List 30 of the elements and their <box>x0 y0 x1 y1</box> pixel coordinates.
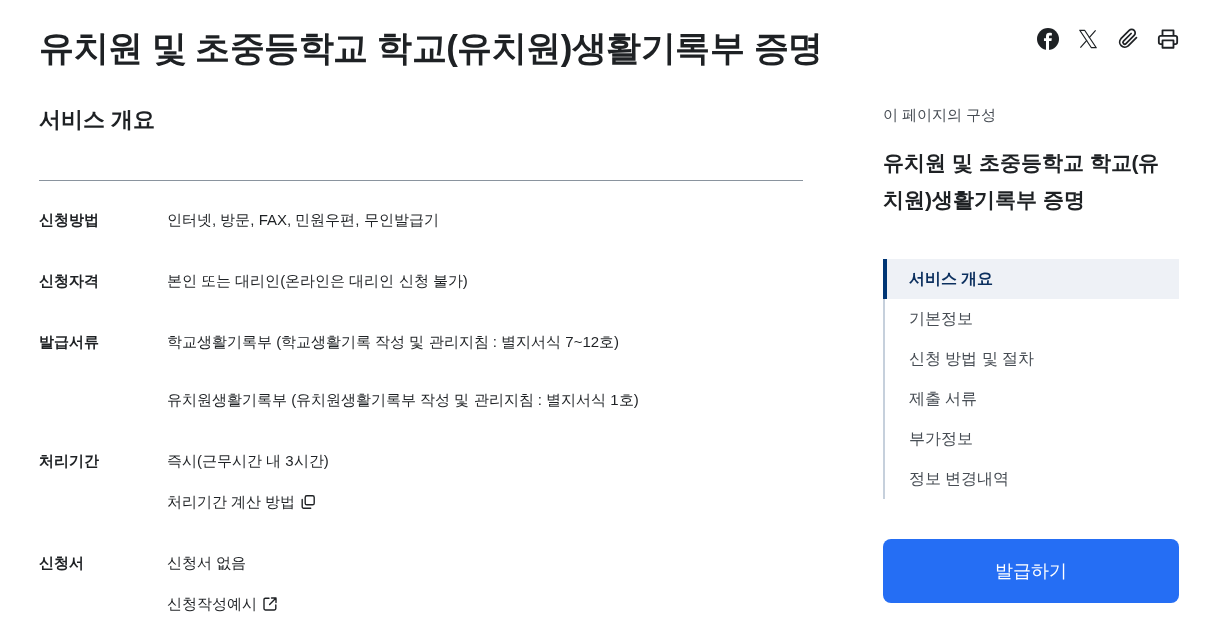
row-label: 신청서 <box>39 553 85 573</box>
row-label: 신청자격 <box>39 271 100 291</box>
toc-item[interactable]: 서비스 개요 <box>883 259 1179 299</box>
external-link-icon <box>262 596 278 612</box>
toc-title: 유치원 및 초중등학교 학교(유치원)생활기록부 증명 <box>883 150 1161 213</box>
toc-item[interactable]: 기본정보 <box>885 299 1179 339</box>
toc-item[interactable]: 정보 변경내역 <box>885 459 1179 499</box>
toc-item[interactable]: 부가정보 <box>885 419 1179 459</box>
popup-window-icon <box>300 494 317 510</box>
x-logo-icon[interactable] <box>1077 28 1099 50</box>
row-label: 발급서류 <box>39 332 100 352</box>
row-value: 인터넷, 방문, FAX, 민원우편, 무인발급기 <box>167 210 439 230</box>
toc-item[interactable]: 신청 방법 및 절차 <box>885 339 1179 379</box>
row-value: 신청서 없음 <box>167 553 247 573</box>
external-link[interactable]: 신청작성예시 <box>167 593 278 615</box>
row-value: 유치원생활기록부 (유치원생활기록부 작성 및 관리지침 : 별지서식 1호) <box>167 390 639 410</box>
row-value: 즉시(근무시간 내 3시간) <box>167 451 329 471</box>
paperclip-icon[interactable] <box>1117 28 1139 50</box>
row-value: 학교생활기록부 (학교생활기록 작성 및 관리지침 : 별지서식 7~12호) <box>167 332 620 352</box>
toc-caption: 이 페이지의 구성 <box>883 105 998 125</box>
section-heading: 서비스 개요 <box>39 106 157 134</box>
row-value: 본인 또는 대리인(온라인은 대리인 신청 불가) <box>167 271 468 291</box>
issue-button[interactable]: 발급하기 <box>883 539 1179 603</box>
popup-link[interactable]: 처리기간 계산 방법 <box>167 491 317 513</box>
row-label: 신청방법 <box>39 210 100 230</box>
toc-item[interactable]: 제출 서류 <box>885 379 1179 419</box>
print-icon[interactable] <box>1157 28 1179 50</box>
facebook-icon[interactable] <box>1037 28 1059 50</box>
page-title: 유치원 및 초중등학교 학교(유치원)생활기록부 증명 <box>39 27 823 69</box>
row-label: 처리기간 <box>39 451 100 471</box>
